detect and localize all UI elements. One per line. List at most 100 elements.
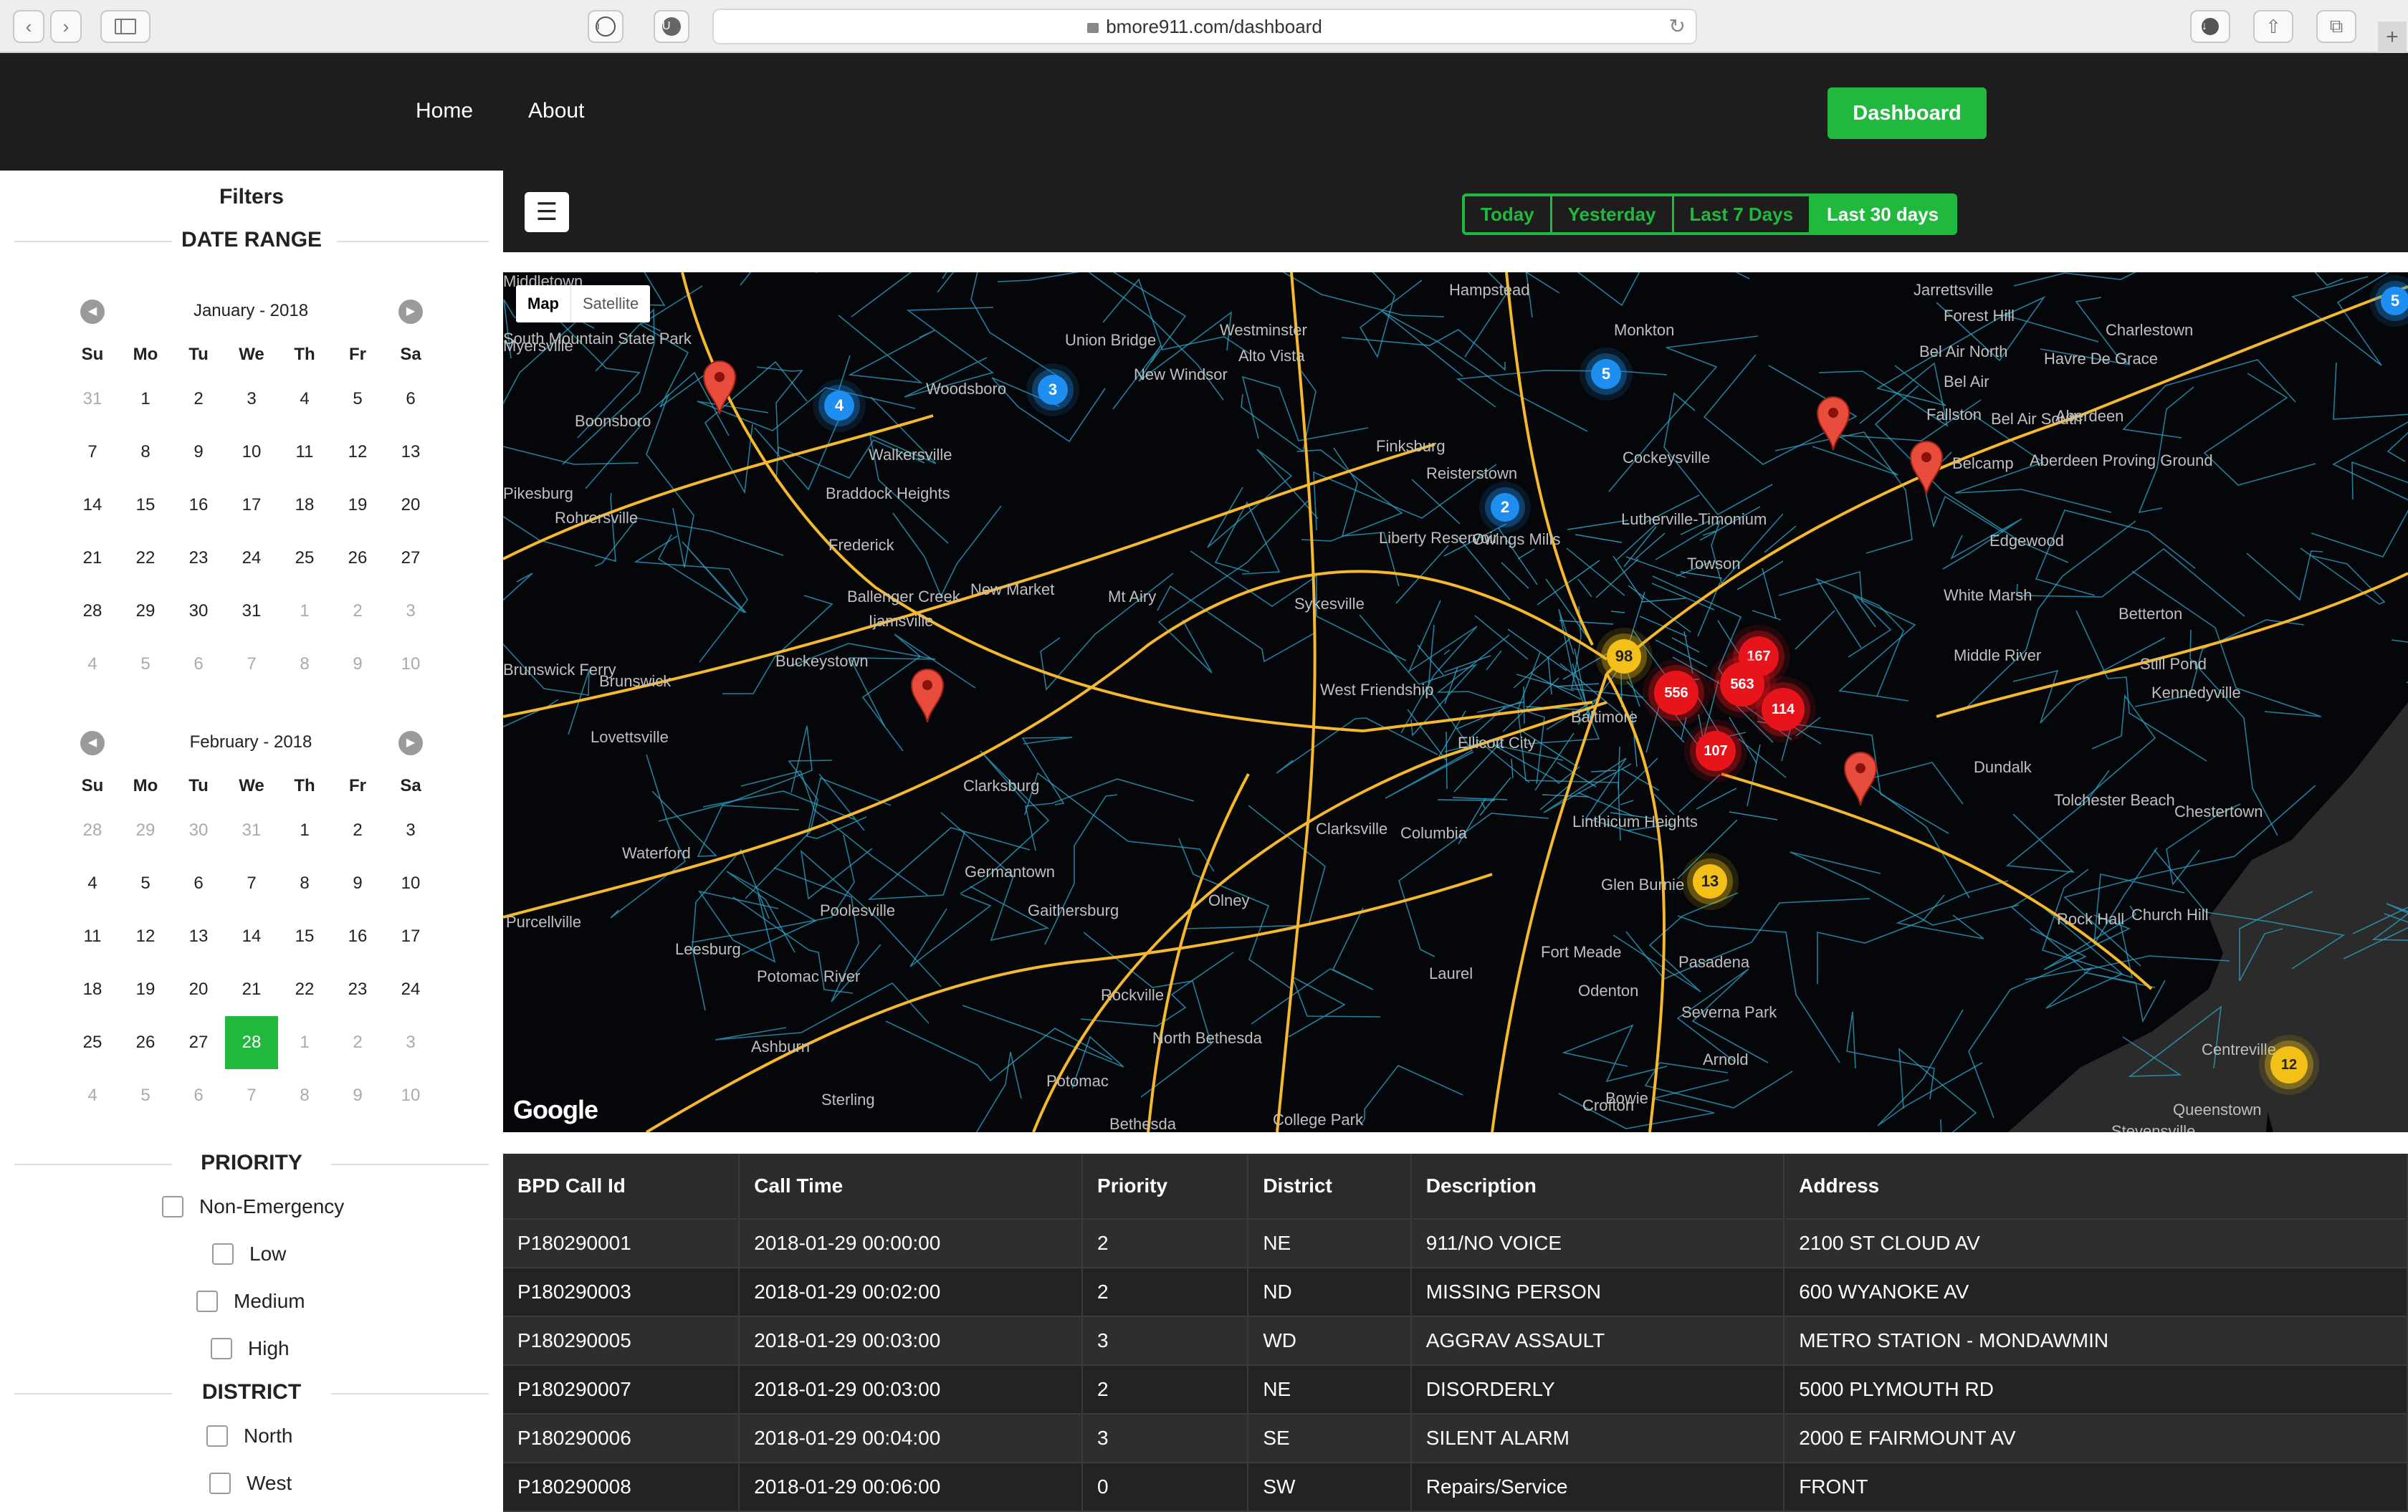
calendar-day[interactable]: 20 [172, 963, 225, 1016]
table-row[interactable]: P180290008 2018-01-29 00:06:00 0 SW Repairs/… [503, 1463, 2408, 1512]
priority-option-medium[interactable]: Medium [196, 1290, 305, 1313]
calendar-day[interactable]: 1 [278, 585, 331, 638]
calendar-day[interactable]: 29 [119, 804, 172, 857]
calendar-day[interactable]: 22 [278, 963, 331, 1016]
sidebar-toggle-button[interactable] [100, 10, 150, 43]
calendar-day[interactable]: 18 [66, 963, 119, 1016]
checkbox[interactable] [209, 1473, 231, 1494]
calendar-day[interactable]: 8 [278, 1069, 331, 1122]
calendar-day[interactable]: 4 [278, 373, 331, 426]
calendar-day[interactable]: 31 [225, 804, 278, 857]
calendar-day[interactable]: 14 [66, 479, 119, 532]
calendar-day[interactable]: 16 [331, 910, 384, 963]
calendar-day[interactable]: 26 [331, 532, 384, 585]
column-header[interactable]: BPD Call Id [503, 1154, 740, 1220]
district-option-north[interactable]: North [206, 1425, 292, 1448]
calendar-day[interactable]: 18 [278, 479, 331, 532]
calendar-day[interactable]: 3 [384, 1016, 437, 1069]
calendar-day[interactable]: 10 [384, 638, 437, 691]
column-header[interactable]: Priority [1082, 1154, 1249, 1220]
calendar-day[interactable]: 11 [278, 426, 331, 479]
calendar-day[interactable]: 6 [172, 1069, 225, 1122]
calendar-day[interactable]: 26 [119, 1016, 172, 1069]
share-button[interactable]: ⇧ [2253, 10, 2293, 43]
calendar-day[interactable]: 28 [66, 585, 119, 638]
calendar-day[interactable]: 13 [172, 910, 225, 963]
checkbox[interactable] [196, 1291, 218, 1312]
calendar-day[interactable]: 15 [119, 479, 172, 532]
table-row[interactable]: P180290005 2018-01-29 00:03:00 3 WD AGGRAV A… [503, 1316, 2408, 1366]
priority-option-non-emergency[interactable]: Non-Emergency [162, 1195, 344, 1218]
checkbox[interactable] [162, 1196, 183, 1217]
incident-cluster-marker[interactable]: 4 [824, 391, 854, 421]
address-bar[interactable]: bmore911.com/dashboard ↻ [712, 9, 1697, 44]
calendar-day[interactable]: 6 [172, 638, 225, 691]
range-yesterday-button[interactable]: Yesterday [1552, 196, 1674, 232]
calendar-day[interactable]: 13 [384, 426, 437, 479]
calendar-day[interactable]: 4 [66, 1069, 119, 1122]
calendar-day[interactable]: 6 [384, 373, 437, 426]
calendar-day[interactable]: 7 [225, 1069, 278, 1122]
calendar-day[interactable]: 30 [172, 585, 225, 638]
priority-option-low[interactable]: Low [212, 1243, 286, 1265]
column-header[interactable]: Call Time [739, 1154, 1084, 1220]
incident-cluster-marker[interactable]: 5 [1591, 359, 1621, 389]
downloads-button[interactable]: ↓ [2190, 10, 2230, 43]
checkbox[interactable] [206, 1425, 228, 1447]
incident-pin-icon[interactable] [1843, 751, 1878, 810]
calendar-day[interactable]: 23 [172, 532, 225, 585]
calendar-day[interactable]: 10 [384, 857, 437, 910]
table-row[interactable]: P180290006 2018-01-29 00:04:00 3 SE SILENT A… [503, 1414, 2408, 1463]
table-row[interactable]: P180290007 2018-01-29 00:03:00 2 NE DISORDER… [503, 1365, 2408, 1415]
new-tab-button[interactable]: + [2378, 21, 2407, 53]
checkbox[interactable] [212, 1243, 234, 1265]
nav-about-link[interactable]: About [528, 99, 584, 123]
calendar-day[interactable]: 22 [119, 532, 172, 585]
column-header[interactable]: Description [1410, 1154, 1785, 1220]
next-month-button[interactable]: ▶ [398, 731, 423, 755]
incident-map[interactable]: Hampstead Jarrettsville Forest Hill Bel Air… [503, 272, 2408, 1132]
calendar-day[interactable]: 25 [66, 1016, 119, 1069]
checkbox[interactable] [211, 1338, 232, 1359]
calendar-day[interactable]: 16 [172, 479, 225, 532]
calendar-day[interactable]: 8 [278, 638, 331, 691]
calendar-day[interactable]: 15 [278, 910, 331, 963]
table-row[interactable]: P180290001 2018-01-29 00:00:00 2 NE 911/NO V… [503, 1219, 2408, 1268]
incident-cluster-marker[interactable]: 563 [1720, 662, 1764, 707]
calendar-day[interactable]: 3 [225, 373, 278, 426]
calendar-day[interactable]: 28 [66, 804, 119, 857]
calendar-day[interactable]: 1 [278, 804, 331, 857]
district-option-west[interactable]: West [209, 1472, 292, 1495]
calendar-day[interactable]: 14 [225, 910, 278, 963]
calendar-day[interactable]: 27 [384, 532, 437, 585]
calendar-day[interactable]: 21 [66, 532, 119, 585]
calendar-day[interactable]: 5 [119, 638, 172, 691]
table-row[interactable]: P180290003 2018-01-29 00:02:00 2 ND MISSING … [503, 1268, 2408, 1317]
incident-cluster-marker[interactable]: 556 [1654, 671, 1698, 715]
range-today-button[interactable]: Today [1465, 196, 1552, 232]
calendar-day[interactable]: 8 [119, 426, 172, 479]
calendar-day[interactable]: 17 [225, 479, 278, 532]
calendar-day[interactable]: 24 [384, 963, 437, 1016]
range-last-30-days-button[interactable]: Last 30 days [1811, 196, 1955, 232]
incident-cluster-marker[interactable]: 98 [1607, 639, 1641, 674]
calendar-day[interactable]: 21 [225, 963, 278, 1016]
calendar-day[interactable]: 24 [225, 532, 278, 585]
calendar-day[interactable]: 3 [384, 585, 437, 638]
calendar-day[interactable]: 9 [331, 638, 384, 691]
reload-icon[interactable]: ↻ [1669, 10, 1686, 43]
next-month-button[interactable]: ▶ [398, 300, 423, 324]
calendar-day[interactable]: 5 [119, 1069, 172, 1122]
column-header[interactable]: District [1248, 1154, 1412, 1220]
range-last-7-days-button[interactable]: Last 7 Days [1674, 196, 1812, 232]
incident-cluster-marker[interactable]: 114 [1762, 688, 1805, 731]
incident-pin-icon[interactable] [910, 668, 945, 727]
calendar-day[interactable]: 6 [172, 857, 225, 910]
incident-cluster-marker[interactable]: 5 [2381, 287, 2408, 315]
calendar-day[interactable]: 9 [172, 426, 225, 479]
calendar-day[interactable]: 5 [119, 857, 172, 910]
calendar-day[interactable]: 4 [66, 857, 119, 910]
incident-cluster-marker[interactable]: 107 [1696, 731, 1736, 771]
column-header[interactable]: Address [1784, 1154, 2408, 1220]
menu-button[interactable]: ☰ [525, 192, 569, 232]
